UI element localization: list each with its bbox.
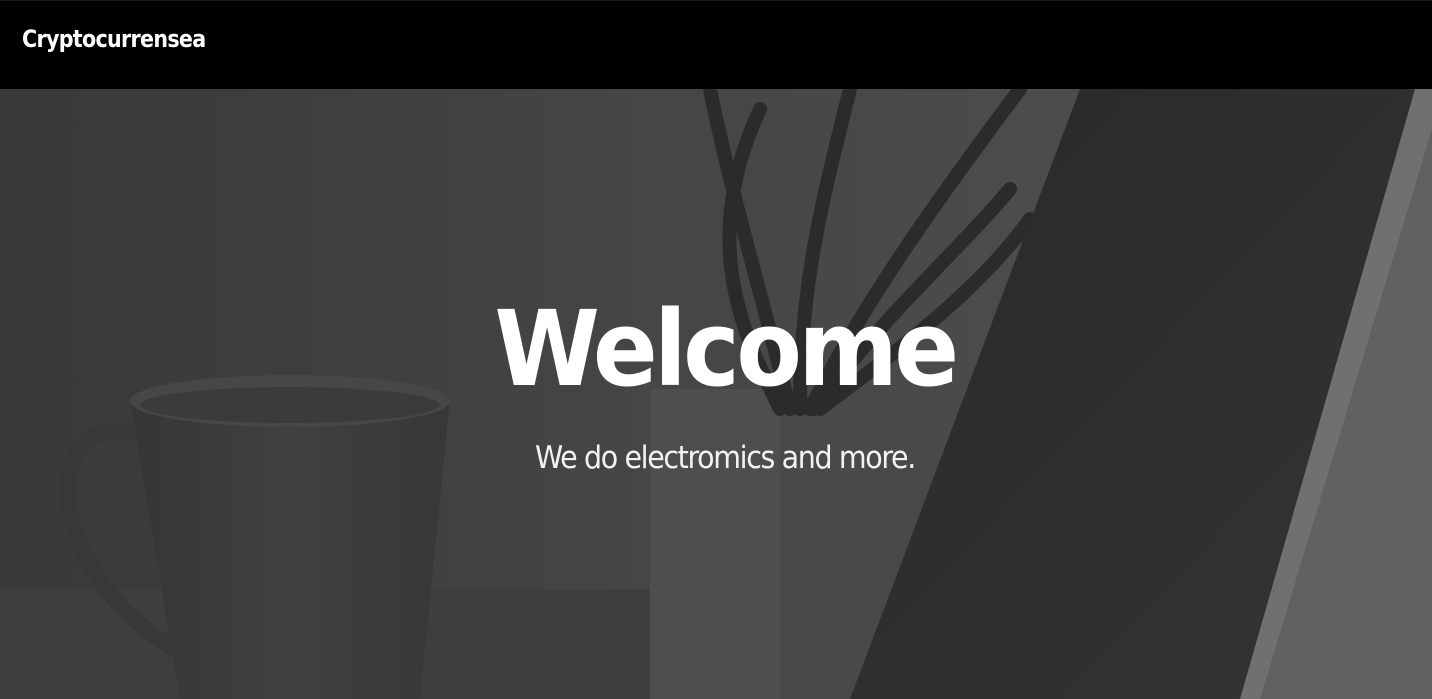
hero-subtitle: We do electromics and more. [535,440,916,476]
brand-logo-link[interactable]: Cryptocurrensea [22,25,206,53]
hero-title: Welcome [494,288,959,410]
top-navbar: Cryptocurrensea [0,0,1432,89]
hero-section: Welcome We do electromics and more. [0,89,1432,699]
